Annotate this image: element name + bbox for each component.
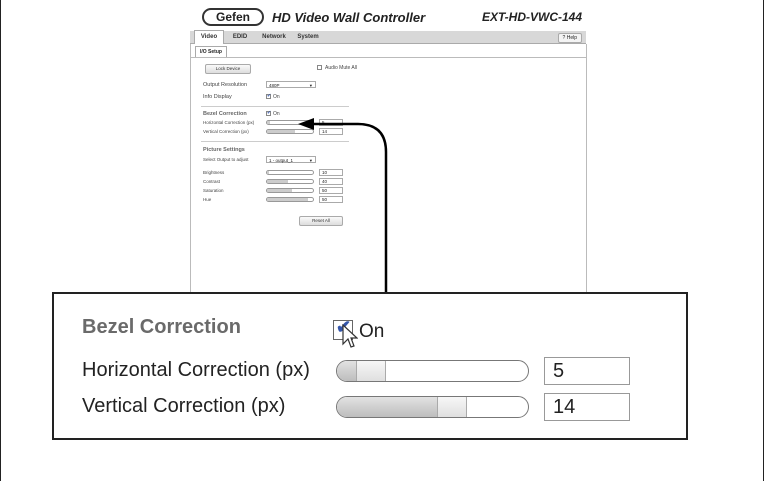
dropdown-arrow-icon: ▾ [309, 158, 312, 163]
tab-io-setup[interactable]: I/O Setup [195, 46, 227, 57]
zoom-horizontal-label: Horizontal Correction (px) [82, 359, 310, 381]
contrast-slider[interactable] [266, 179, 314, 184]
vertical-correction-slider[interactable] [266, 129, 314, 134]
select-output-value: 1 - output_1 [269, 158, 294, 163]
tab-video[interactable]: Video [194, 30, 224, 44]
zoom-callout: Bezel Correction ✔ On Horizontal Correct… [52, 292, 688, 440]
checkbox-checked-icon: ✔ [267, 93, 272, 99]
hue-label: Hue [203, 197, 212, 202]
contrast-label: Contrast [203, 179, 221, 184]
zoom-vertical-label: Vertical Correction (px) [82, 395, 286, 417]
brightness-slider[interactable] [266, 170, 314, 175]
reset-all-button[interactable]: Reset All [299, 216, 343, 226]
zoom-bezel-on-label: On [359, 321, 385, 342]
saturation-label: Saturation [203, 188, 224, 193]
audio-mute-label: Audio Mute All [325, 65, 357, 71]
zoom-bezel-heading: Bezel Correction [82, 316, 241, 338]
help-button[interactable]: ? Help [557, 33, 582, 43]
zoom-vertical-slider[interactable] [336, 396, 529, 418]
hue-input[interactable]: 50 [319, 196, 343, 203]
picture-settings-heading: Picture Settings [203, 147, 245, 153]
contrast-input[interactable]: 40 [319, 178, 343, 185]
brightness-label: Brightness [203, 170, 225, 175]
output-resolution-label: Output Resolution [203, 82, 248, 88]
output-resolution-value: 480P [269, 83, 280, 88]
contrast-fill [267, 180, 288, 183]
hue-slider[interactable] [266, 197, 314, 202]
bezel-on-checkbox[interactable]: ✔ [266, 110, 272, 116]
output-resolution-select[interactable]: 480P ▾ [266, 81, 316, 88]
zoom-vertical-thumb[interactable] [436, 397, 467, 417]
saturation-fill [267, 189, 293, 192]
section-divider [201, 106, 349, 107]
info-display-label: Info Display [203, 94, 232, 100]
app-header: Gefen HD Video Wall Controller EXT-HD-VW… [190, 6, 586, 28]
app-title: HD Video Wall Controller [272, 10, 426, 25]
info-display-on-label: On [273, 94, 280, 100]
frame-left-border [0, 0, 1, 481]
zoom-horizontal-slider[interactable] [336, 360, 529, 382]
tab-network[interactable]: Network [258, 31, 290, 43]
zoom-vertical-input[interactable]: 14 [544, 393, 630, 421]
mouse-pointer-icon [342, 324, 358, 348]
lock-device-button[interactable]: Lock Device [205, 64, 251, 74]
info-display-checkbox[interactable]: ✔ [266, 93, 272, 99]
frame-right-border [763, 0, 764, 481]
saturation-slider[interactable] [266, 188, 314, 193]
select-output-label: Select Output to adjust [203, 157, 249, 162]
zoom-horizontal-input[interactable]: 5 [544, 357, 630, 385]
horizontal-correction-label: Horizontal Correction (px) [203, 120, 255, 125]
select-output-select[interactable]: 1 - output_1 ▾ [266, 156, 316, 163]
zoom-horizontal-thumb[interactable] [356, 361, 387, 381]
subtab-divider [191, 57, 586, 58]
checkbox-checked-icon: ✔ [267, 110, 272, 116]
app-window: Gefen HD Video Wall Controller EXT-HD-VW… [190, 0, 587, 292]
horizontal-correction-slider[interactable] [266, 120, 314, 125]
bezel-on-label: On [273, 111, 280, 117]
vertical-correction-label: Vertical Correction (px) [203, 129, 249, 134]
hue-fill [267, 198, 309, 201]
tab-system[interactable]: System [293, 31, 323, 43]
vertical-correction-fill [267, 130, 295, 133]
gefen-logo: Gefen [202, 8, 264, 26]
dropdown-arrow-icon: ▾ [309, 83, 312, 88]
bezel-correction-heading: Bezel Correction [203, 111, 247, 117]
model-number: EXT-HD-VWC-144 [481, 10, 582, 24]
horizontal-correction-input[interactable]: 5 [319, 119, 343, 126]
settings-panel: I/O Setup Lock Device Audio Mute All Out… [190, 44, 587, 292]
main-tab-bar: Video EDID Network System ? Help [190, 30, 586, 44]
brightness-input[interactable]: 10 [319, 169, 343, 176]
brightness-fill [267, 171, 270, 174]
audio-mute-checkbox[interactable] [317, 65, 322, 70]
section-divider [201, 141, 349, 142]
vertical-correction-input[interactable]: 14 [319, 128, 343, 135]
tab-edid[interactable]: EDID [226, 31, 254, 43]
saturation-input[interactable]: 50 [319, 187, 343, 194]
zoom-vertical-fill [337, 397, 452, 417]
horizontal-correction-fill [267, 121, 271, 124]
